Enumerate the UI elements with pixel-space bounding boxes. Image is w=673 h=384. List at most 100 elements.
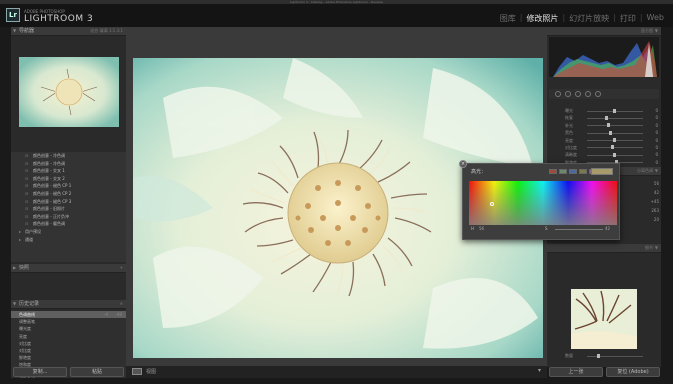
snapshots-header[interactable]: ▶ 快照 + <box>11 264 126 273</box>
navigator-thumbnail[interactable] <box>19 57 119 127</box>
module-slideshow[interactable]: 幻灯片放映 <box>566 13 612 24</box>
color-swatch[interactable] <box>569 169 577 174</box>
split-value[interactable]: 56 <box>627 179 659 188</box>
slider-value[interactable]: 0 <box>655 151 658 158</box>
module-picker: 图库 | 修改照片 | 幻灯片放映 | 打印 | Web <box>497 13 667 24</box>
history-item[interactable]: 对比度 <box>11 347 126 354</box>
previous-button[interactable]: 上一张 <box>549 367 603 377</box>
history-item[interactable]: 鲜艳度 <box>11 354 126 361</box>
preset-item[interactable]: 颜色创意 - 冷色调 <box>11 152 126 160</box>
add-snapshot-icon[interactable]: + <box>120 264 123 272</box>
slider-label: 对比度 <box>565 144 577 150</box>
history-item[interactable]: 亮度 <box>11 333 126 340</box>
slider-value[interactable]: 0 <box>655 137 658 144</box>
filmstrip-edge <box>0 378 673 384</box>
collapse-triangle-icon: ▼ <box>13 301 17 306</box>
preset-folder-user[interactable]: 用户预设 <box>11 228 126 236</box>
preset-item[interactable]: 颜色创意 - 褪色 CP 2 <box>11 190 126 198</box>
preset-item[interactable]: 颜色创意 - 交叉 1 <box>11 167 126 175</box>
slider-knob[interactable] <box>607 123 610 128</box>
slider-row[interactable]: 恢复 0 <box>547 114 661 121</box>
detail-header[interactable]: 细节 ▼ <box>547 244 661 253</box>
histogram-header[interactable]: 直方图 ▼ <box>547 27 661 36</box>
slider-knob[interactable] <box>613 108 616 113</box>
preset-item[interactable]: 颜色创意 - 交叉 2 <box>11 175 126 183</box>
preset-item[interactable]: 颜色创意 - 褪色 CP 1 <box>11 182 126 190</box>
slider-label: 曝光 <box>565 108 573 113</box>
preset-item[interactable]: 颜色创意 - 冷色调 <box>11 160 126 168</box>
slider-row[interactable]: 曝光 0 <box>547 107 661 114</box>
color-swatch[interactable] <box>559 169 567 174</box>
split-value[interactable]: 42 <box>627 188 659 197</box>
slider-row[interactable]: 黑色 0 <box>547 129 661 136</box>
graduated-filter-icon[interactable] <box>585 91 591 97</box>
saturation-slider[interactable] <box>555 229 603 230</box>
collapse-triangle-icon: ▼ <box>654 245 658 250</box>
spot-removal-icon[interactable] <box>565 91 571 97</box>
preset-item[interactable]: 颜色创意 - 暖色调 <box>11 220 126 228</box>
slider-row[interactable]: 补光 0 <box>547 122 661 129</box>
detail-preview[interactable] <box>571 289 637 349</box>
module-library[interactable]: 图库 <box>497 13 519 24</box>
reset-button[interactable]: 复位 (Adobe) <box>606 367 660 377</box>
preset-folder[interactable]: 通道 <box>11 236 126 244</box>
history-label: 对比度 <box>19 340 31 346</box>
module-print[interactable]: 打印 <box>617 13 639 24</box>
view-label[interactable]: 视图 <box>146 368 156 375</box>
adjustment-brush-icon[interactable] <box>595 91 601 97</box>
slider-knob[interactable] <box>605 115 608 120</box>
split-value[interactable]: +45 <box>627 197 659 206</box>
color-swatch[interactable] <box>579 169 587 174</box>
navigator-zoom-options[interactable]: 适合 填满 1:1 3:1 <box>90 27 123 35</box>
paste-settings-button[interactable]: 粘贴 <box>70 367 124 377</box>
split-value[interactable]: 20 <box>627 215 659 224</box>
preset-item[interactable]: 颜色创意 - 褪色 CP 3 <box>11 198 126 206</box>
split-value[interactable]: 263 <box>627 206 659 215</box>
slider-track[interactable] <box>587 355 643 357</box>
slider-value[interactable]: 0 <box>655 114 658 121</box>
basic-panel: 曝光0 恢复0 补光0 黑色0 亮度0 对比度0 清晰度0 鲜艳度0 <box>547 107 661 166</box>
history-header[interactable]: ▼ 历史记录 ✕ <box>11 300 126 309</box>
slider-value[interactable]: 0 <box>655 144 658 151</box>
slider-knob[interactable] <box>611 145 614 150</box>
saturation-value[interactable]: 42 <box>605 226 610 231</box>
slider-row[interactable]: 清晰度 0 <box>547 151 661 158</box>
slider-row[interactable]: 数量 <box>547 352 661 359</box>
history-item[interactable]: 曝光度 <box>11 325 126 332</box>
history-item[interactable]: 对比度 <box>11 340 126 347</box>
slider-value[interactable]: 0 <box>655 122 658 129</box>
preset-item[interactable]: 颜色创意 - 正片负冲 <box>11 213 126 221</box>
slider-row[interactable]: 亮度 0 <box>547 137 661 144</box>
slider-knob[interactable] <box>613 138 616 143</box>
clear-history-icon[interactable]: ✕ <box>120 300 123 308</box>
slider-value[interactable]: 0 <box>655 107 658 114</box>
slider-track[interactable] <box>587 147 643 149</box>
loupe-view-icon[interactable] <box>132 368 142 375</box>
module-web[interactable]: Web <box>644 13 667 24</box>
red-eye-icon[interactable] <box>575 91 581 97</box>
toolbar-menu-icon[interactable]: ▾ <box>538 367 541 374</box>
slider-label: 数量 <box>565 353 573 358</box>
slider-track[interactable] <box>587 117 643 119</box>
hue-value[interactable]: 56 <box>479 226 484 231</box>
slider-track[interactable] <box>587 132 643 134</box>
module-develop[interactable]: 修改照片 <box>523 13 561 24</box>
hue-label: H <box>471 226 475 231</box>
slider-value[interactable]: 0 <box>655 159 658 166</box>
close-icon[interactable]: × <box>459 160 467 168</box>
preset-item[interactable]: 颜色创意 - 旧照片 <box>11 205 126 213</box>
slider-knob[interactable] <box>597 353 600 358</box>
history-item[interactable]: 调整画笔 <box>11 318 126 325</box>
crop-tool-icon[interactable] <box>555 91 561 97</box>
color-swatch[interactable] <box>549 169 557 174</box>
slider-value[interactable]: 0 <box>655 129 658 136</box>
navigator-header[interactable]: ▼ 导航器 适合 填满 1:1 3:1 <box>11 27 126 36</box>
slider-track[interactable] <box>587 125 643 127</box>
slider-row[interactable]: 对比度 0 <box>547 144 661 151</box>
history-item[interactable]: 色调曲线 -4 -40 <box>11 311 126 319</box>
slider-knob[interactable] <box>613 152 616 157</box>
color-picker-handle[interactable] <box>490 202 494 206</box>
slider-label: 恢复 <box>565 115 573 121</box>
slider-knob[interactable] <box>609 130 612 135</box>
copy-settings-button[interactable]: 复制... <box>13 367 67 377</box>
